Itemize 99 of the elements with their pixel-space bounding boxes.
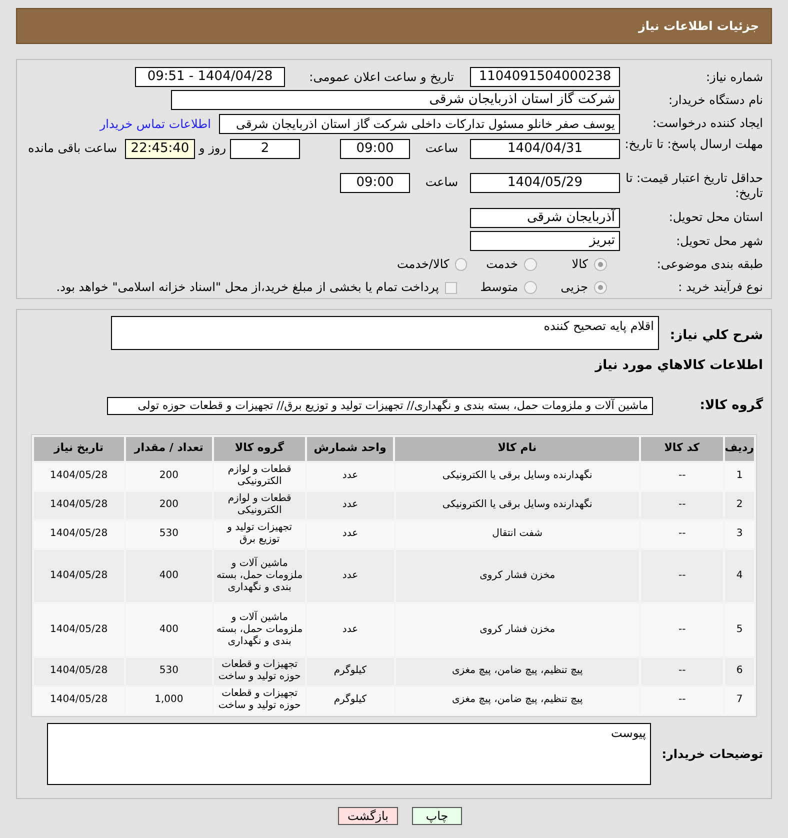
column-header: کد کالا [640,436,723,460]
field-label: حداقل تاریخ اعتبار قیمت: تا تاریخ: [624,171,763,202]
table-cell: پیچ تنظیم، پیچ ضامن، پیچ مغزی [396,686,640,714]
deadline-time-field: 09:00 [340,138,410,159]
column-header: تعداد / مقدار [126,436,212,460]
table-cell: عدد [306,520,394,548]
table-cell: 1,000 [126,686,212,714]
table-cell: 1404/05/28 [34,492,124,518]
description-field: اقلام پایه تصحیح کننده [111,316,659,350]
table-cell: شفت انتقال [396,520,640,548]
table-cell: 3 [725,520,754,548]
table-cell: قطعات و لوازم الکترونیکی [214,492,305,518]
table-cell: 5 [725,604,754,656]
table-cell: 4 [725,550,754,602]
table-cell: -- [641,550,724,602]
table-cell: ماشین آلات و ملزومات حمل، بسته بندی و نگهداری [214,604,305,656]
field-label: گروه کالا: [698,396,763,415]
table-cell: نگهدارنده وسایل برقی یا الکترونیکی [396,462,640,490]
section-title: اطلاعات كالاهاي مورد نياز [594,357,763,375]
field-label: ساعت باقی مانده [28,140,118,156]
table-cell: 400 [126,550,212,602]
field-label: مهلت ارسال پاسخ: تا تاریخ: [624,136,763,152]
buyer-field: شرکت گاز استان اذربایجان شرقی [171,90,620,110]
table-cell: 200 [126,492,212,518]
radio-label: کالا [572,256,588,272]
field-label: تاریخ و ساعت اعلان عمومی: [308,70,455,85]
print-button[interactable]: چاپ [412,807,462,825]
validity-date-field: 1404/05/29 [470,173,620,194]
table-cell: 530 [126,658,212,684]
field-label: ساعت [424,140,459,156]
table-cell: -- [641,658,724,684]
table-cell: پیچ تنظیم، پیچ ضامن، پیچ مغزی [396,658,640,684]
field-label: نام دستگاه خریدار: [668,92,763,108]
page-title: جزئیات اطلاعات نیاز [638,18,759,35]
table-cell: کیلوگرم [306,686,394,714]
table-cell: قطعات و لوازم الکترونیکی [214,462,305,490]
table-cell: 1404/05/28 [34,520,124,548]
table-cell: -- [641,492,724,518]
table-cell: 1404/05/28 [34,686,124,714]
field-label: طبقه بندی موضوعی: [656,256,763,272]
table-cell: 400 [126,604,212,656]
contact-link[interactable]: اطلاعات تماس خریدار [100,114,211,133]
validity-time-field: 09:00 [340,173,410,194]
table-cell: 2 [725,492,754,518]
table-cell: 1 [725,462,754,490]
table-cell: کیلوگرم [306,658,394,684]
table-cell: 200 [126,462,212,490]
field-label: ایجاد کننده درخواست: [651,116,763,132]
radio-label: خدمت [486,256,518,272]
province-field: آذربایجان شرقی [470,208,620,228]
column-header: گروه کالا [214,436,305,460]
table-cell: عدد [306,492,394,518]
table-cell: 1404/05/28 [34,658,124,684]
field-label: شماره نیاز: [705,70,763,85]
back-button[interactable]: بازگشت [338,807,398,825]
table-cell: -- [641,520,724,548]
table-cell: 1404/05/28 [34,550,124,602]
table-cell: عدد [306,462,394,490]
column-header: تاریخ نیاز [34,436,124,460]
table-cell: -- [641,604,724,656]
goods-group-field: ماشین آلات و ملزومات حمل، بسته بندی و نگهداری// تجهیزات تولید و توزیع برق// تجهیزات و قطعات حوزه تولی [107,396,653,414]
table-cell: عدد [306,550,394,602]
table-cell: تجهیزات و قطعات حوزه تولید و ساخت [214,658,305,684]
field-label: شرح كلي نياز: [668,327,763,345]
column-header: ردیف [724,436,754,460]
field-label: نوع فرآیند خرید : [677,280,763,296]
radio-label: جزیی [560,280,588,296]
table-cell: مخزن فشار کروی [396,550,640,602]
table-cell: 530 [126,520,212,548]
field-label: شهر محل تحویل: [675,234,763,249]
table-cell: ماشین آلات و ملزومات حمل، بسته بندی و نگهداری [214,550,305,602]
table-cell: نگهدارنده وسایل برقی یا الکترونیکی [396,492,640,518]
days-field: 2 [230,138,300,159]
requester-field: یوسف صفر خانلو مسئول تدارکات داخلی شرکت گاز استان اذربایجان شرقی [219,114,620,134]
radio-label: کالا/خدمت [397,256,450,272]
field-label: ساعت [424,175,459,190]
table-cell: -- [641,462,724,490]
table-cell: 6 [725,658,754,684]
table-cell: -- [641,686,724,714]
table-cell: تجهیزات و قطعات حوزه تولید و ساخت [214,686,305,714]
announce-date-field: 1404/04/28 - 09:51 [135,67,285,88]
table-cell: 1404/05/28 [34,462,124,490]
field-label: استان محل تحویل: [668,210,763,226]
buyer-notes-field: پیوست [47,722,651,784]
table-cell: عدد [306,604,394,656]
payment-label: پرداخت تمام یا بخشی از مبلغ خرید،از محل "اسناد خزانه اسلامی" خواهد بود. [56,280,440,296]
table-cell: 7 [725,686,754,714]
column-header: واحد شمارش [306,436,394,460]
table-cell: مخزن فشار کروی [396,604,640,656]
field-label: توضیحات خریدار: [660,746,763,762]
need-number-field: 1104091504000238 [470,67,620,88]
table-cell: 1404/05/28 [34,604,124,656]
radio-label: متوسط [480,280,518,296]
city-field: تبریز [470,231,620,252]
remaining-time-field: 22:45:40 [125,138,195,159]
deadline-date-field: 1404/04/31 [470,138,620,159]
field-label: روز و [198,140,227,156]
table-cell: تجهیزات تولید و توزیع برق [214,520,305,548]
column-header: نام کالا [395,436,639,460]
